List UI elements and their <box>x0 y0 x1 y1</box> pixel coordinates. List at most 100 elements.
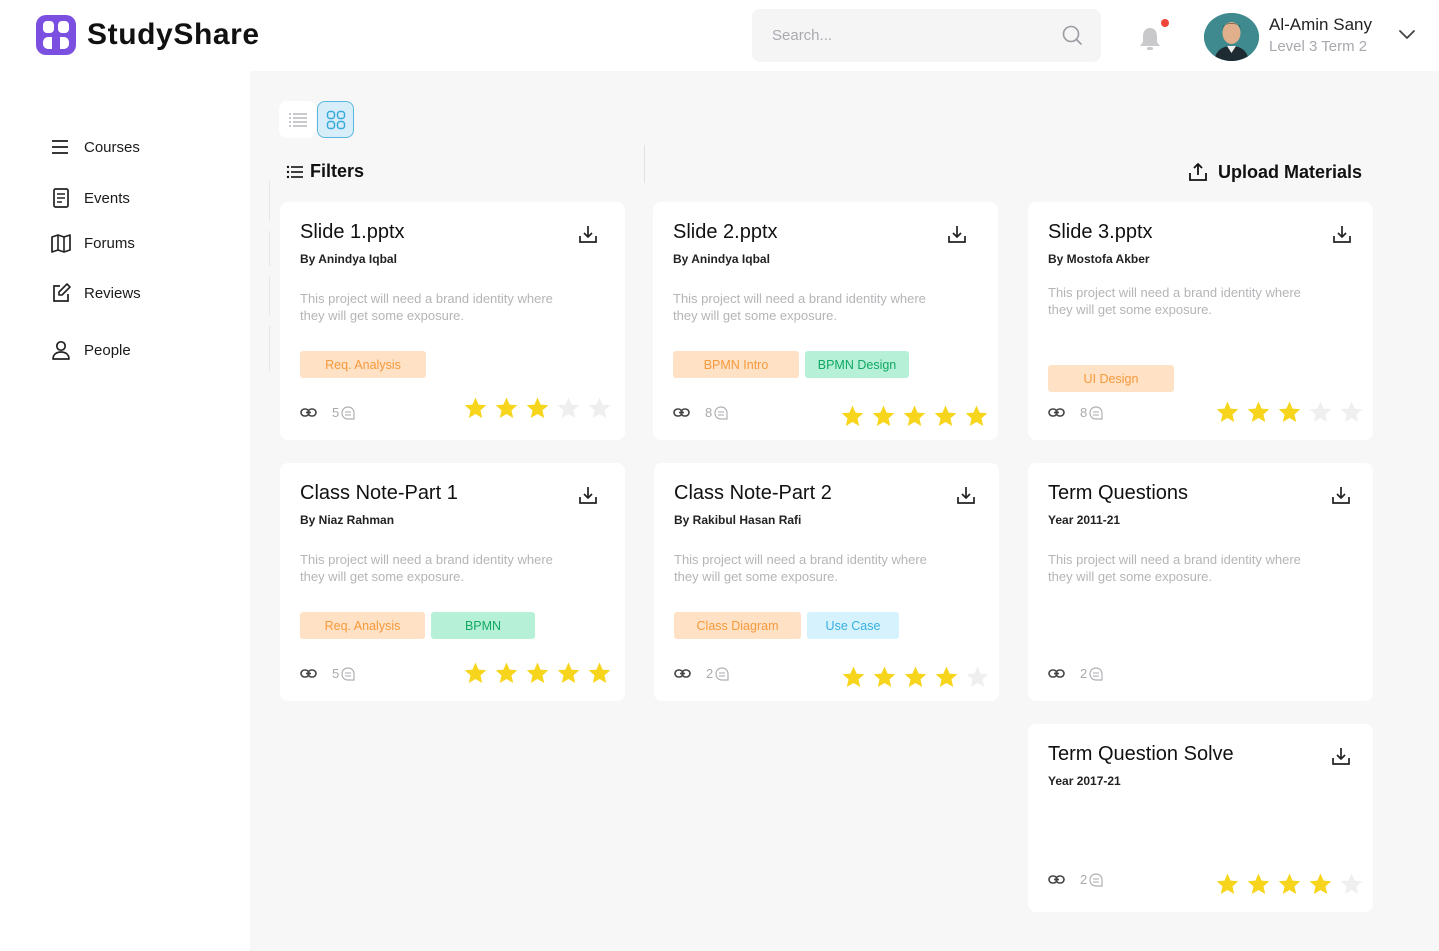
star-icon[interactable] <box>841 665 866 690</box>
sidebar-item-people[interactable]: People <box>50 338 131 362</box>
card-title[interactable]: Slide 1.pptx <box>300 221 405 244</box>
star-icon[interactable] <box>1308 872 1333 897</box>
list-view-button[interactable] <box>279 101 316 138</box>
star-icon[interactable] <box>1246 400 1271 425</box>
star-rating[interactable] <box>1215 872 1364 897</box>
star-icon[interactable] <box>494 396 519 421</box>
star-icon[interactable] <box>587 661 612 686</box>
tag-chip[interactable]: Class Diagram <box>674 612 801 639</box>
search-box[interactable]: Search... <box>752 9 1101 62</box>
star-icon[interactable] <box>463 396 488 421</box>
star-rating[interactable] <box>1215 400 1364 425</box>
material-card[interactable]: Class Note-Part 1 By Niaz Rahman This proj… <box>280 463 625 701</box>
material-card[interactable]: Term Questions Year 2011-21 This project w… <box>1028 463 1373 701</box>
download-icon[interactable] <box>947 224 967 244</box>
filter-list-icon <box>286 165 303 178</box>
avatar[interactable] <box>1204 13 1259 61</box>
search-input[interactable]: Search... <box>772 27 832 44</box>
sidebar-item-courses[interactable]: Courses <box>50 135 140 159</box>
comment-icon[interactable] <box>715 666 729 681</box>
card-title[interactable]: Class Note-Part 2 <box>674 482 832 505</box>
star-rating[interactable] <box>841 665 990 690</box>
filters-button[interactable]: Filters <box>286 161 364 182</box>
star-icon[interactable] <box>1215 400 1240 425</box>
star-icon[interactable] <box>1308 400 1333 425</box>
star-icon[interactable] <box>556 396 581 421</box>
studyshare-logo[interactable] <box>35 14 77 56</box>
comment-icon[interactable] <box>341 666 355 681</box>
upload-icon <box>1189 163 1207 181</box>
link-icon[interactable] <box>300 665 317 682</box>
tag-chip[interactable]: Use Case <box>807 612 899 639</box>
card-title[interactable]: Term Questions <box>1048 482 1188 505</box>
upload-materials-button[interactable]: Upload Materials <box>1187 161 1362 183</box>
star-icon[interactable] <box>902 404 927 429</box>
download-icon[interactable] <box>578 485 598 505</box>
star-icon[interactable] <box>525 396 550 421</box>
comment-icon[interactable] <box>714 405 728 420</box>
star-icon[interactable] <box>1277 400 1302 425</box>
link-icon[interactable] <box>1048 404 1065 421</box>
star-rating[interactable] <box>463 661 612 686</box>
card-title[interactable]: Class Note-Part 1 <box>300 482 458 505</box>
star-icon[interactable] <box>903 665 928 690</box>
download-icon[interactable] <box>956 485 976 505</box>
material-card[interactable]: Slide 3.pptx By Mostofa Akber This project… <box>1028 202 1373 440</box>
material-card[interactable]: Slide 1.pptx By Anindya Iqbal This project… <box>280 202 625 440</box>
card-meta: 2 <box>1048 665 1103 682</box>
material-card[interactable]: Slide 2.pptx By Anindya Iqbal This project… <box>653 202 998 440</box>
download-icon[interactable] <box>578 224 598 244</box>
star-icon[interactable] <box>1339 872 1364 897</box>
link-icon[interactable] <box>673 404 690 421</box>
material-card[interactable]: Term Question Solve Year 2017-21 2 <box>1028 724 1373 912</box>
search-icon[interactable] <box>1061 24 1083 46</box>
star-rating[interactable] <box>463 396 612 421</box>
sidebar-item-forums[interactable]: Forums <box>50 231 135 255</box>
link-icon[interactable] <box>300 404 317 421</box>
comment-icon[interactable] <box>341 405 355 420</box>
bell-icon[interactable] <box>1137 24 1163 52</box>
card-title[interactable]: Slide 2.pptx <box>673 221 778 244</box>
chevron-down-icon[interactable] <box>1398 27 1416 41</box>
comment-icon[interactable] <box>1089 872 1103 887</box>
card-author: By Niaz Rahman <box>300 513 395 527</box>
star-icon[interactable] <box>872 665 897 690</box>
star-icon[interactable] <box>840 404 865 429</box>
star-icon[interactable] <box>525 661 550 686</box>
grid-view-button[interactable] <box>317 101 354 138</box>
card-title[interactable]: Term Question Solve <box>1048 743 1234 766</box>
star-icon[interactable] <box>494 661 519 686</box>
sidebar-item-reviews[interactable]: Reviews <box>50 281 141 305</box>
star-icon[interactable] <box>1246 872 1271 897</box>
star-icon[interactable] <box>933 404 958 429</box>
star-icon[interactable] <box>463 661 488 686</box>
download-icon[interactable] <box>1332 224 1352 244</box>
card-title[interactable]: Slide 3.pptx <box>1048 221 1153 244</box>
link-icon[interactable] <box>1048 665 1065 682</box>
tag-chip[interactable]: UI Design <box>1048 365 1174 392</box>
comment-icon[interactable] <box>1089 666 1103 681</box>
star-icon[interactable] <box>556 661 581 686</box>
star-icon[interactable] <box>1215 872 1240 897</box>
comment-icon[interactable] <box>1089 405 1103 420</box>
download-icon[interactable] <box>1331 746 1351 766</box>
star-icon[interactable] <box>1277 872 1302 897</box>
tag-chip[interactable]: Req. Analysis <box>300 351 426 378</box>
download-icon[interactable] <box>1331 485 1351 505</box>
star-icon[interactable] <box>965 665 990 690</box>
sidebar-item-events[interactable]: Events <box>50 186 130 210</box>
star-icon[interactable] <box>934 665 959 690</box>
tag-chip[interactable]: BPMN Intro <box>673 351 799 378</box>
material-card[interactable]: Class Note-Part 2 By Rakibul Hasan Rafi Th… <box>654 463 999 701</box>
tag-chip[interactable]: Req. Analysis <box>300 612 425 639</box>
star-icon[interactable] <box>1339 400 1364 425</box>
star-icon[interactable] <box>587 396 612 421</box>
star-icon[interactable] <box>964 404 989 429</box>
link-icon[interactable] <box>674 665 691 682</box>
tag-chip[interactable]: BPMN <box>431 612 535 639</box>
link-icon[interactable] <box>1048 871 1065 888</box>
star-rating[interactable] <box>840 404 989 429</box>
user-name[interactable]: Al-Amin Sany <box>1269 15 1372 35</box>
tag-chip[interactable]: BPMN Design <box>805 351 909 378</box>
star-icon[interactable] <box>871 404 896 429</box>
